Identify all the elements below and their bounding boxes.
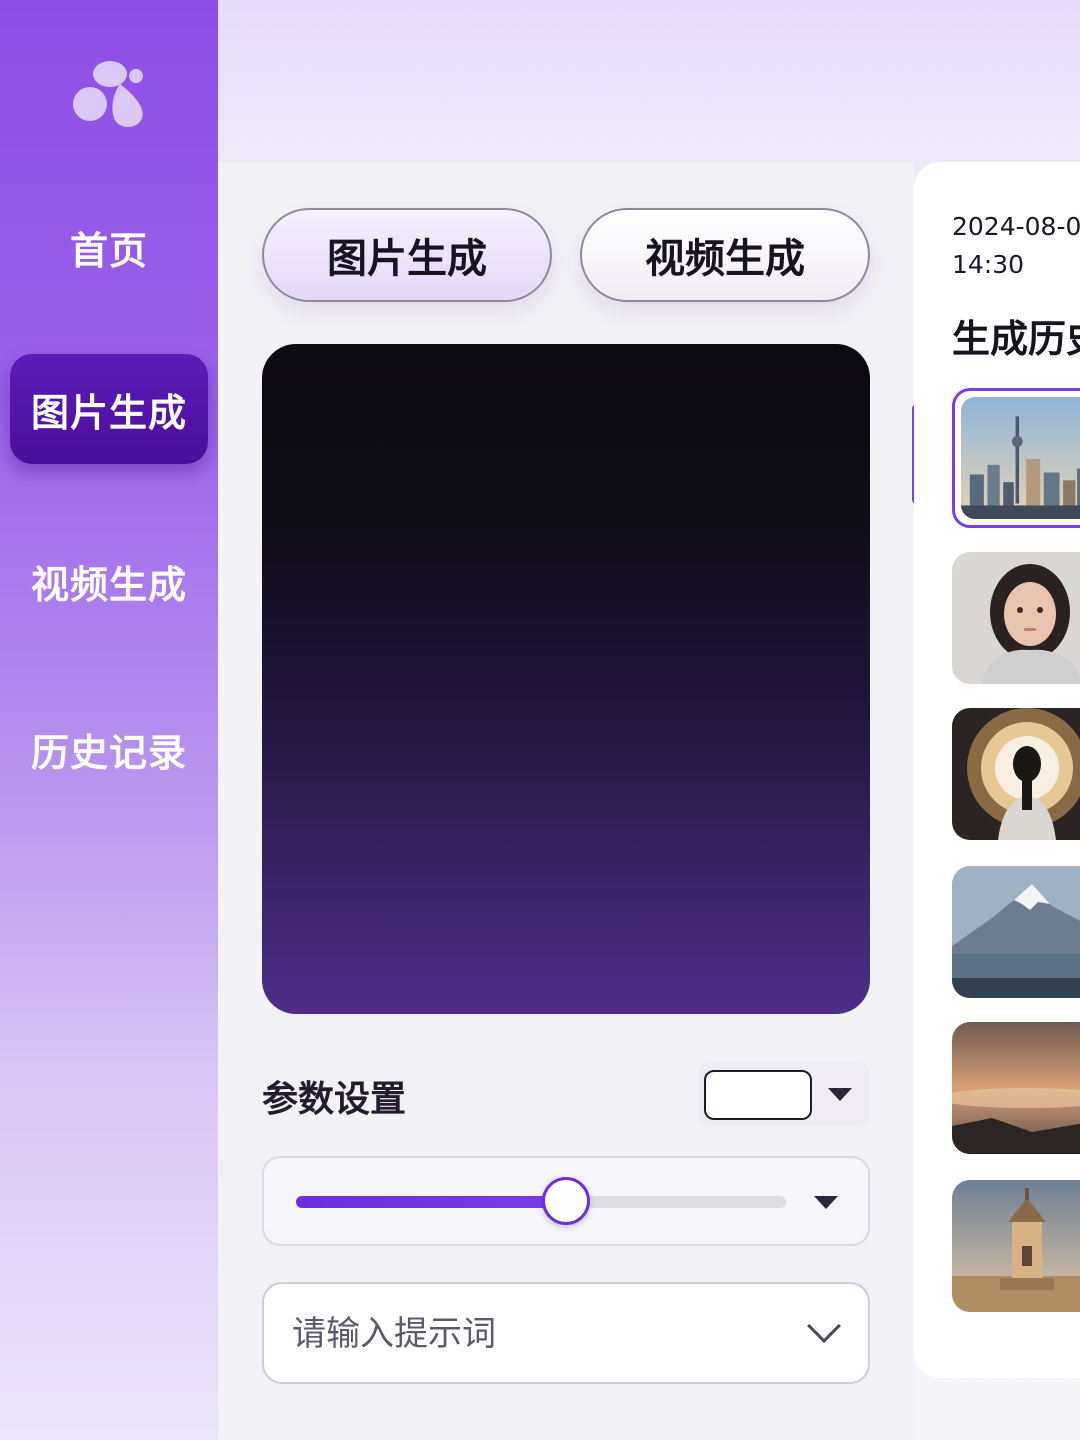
caret-down-icon[interactable] (814, 1196, 838, 1209)
tab-video-generation[interactable]: 视频生成 (580, 208, 870, 302)
sidebar-item-video-generation[interactable]: 视频生成 (10, 526, 208, 636)
chevron-down-icon[interactable] (807, 1309, 841, 1343)
sidebar-item-image-generation[interactable]: 图片生成 (10, 354, 208, 464)
history-thumbnail-woman-portrait[interactable] (952, 552, 1080, 684)
history-panel: 2024-08-01 14:30 生成历史 (914, 162, 1080, 1378)
history-thumbnail-woman-in-tunnel[interactable] (952, 708, 1080, 840)
color-picker-select[interactable] (698, 1062, 870, 1126)
slider-fill (296, 1196, 566, 1208)
history-time: 14:30 (952, 250, 1025, 279)
history-thumbnail-sunset-sea-clouds[interactable] (952, 1022, 1080, 1154)
parameter-slider-box (262, 1156, 870, 1246)
main-panel: 图片生成 视频生成 参数设置 (218, 162, 914, 1440)
params-title: 参数设置 (262, 1079, 407, 1120)
history-date: 2024-08-01 (952, 212, 1080, 241)
sidebar-item-home[interactable]: 首页 (10, 192, 208, 302)
sidebar: 首页 图片生成 视频生成 历史记录 (0, 0, 218, 1440)
color-swatch[interactable] (704, 1070, 812, 1120)
history-thumbnail-mountain-lake[interactable] (952, 866, 1080, 998)
tab-image-generation[interactable]: 图片生成 (262, 208, 552, 302)
caret-down-icon[interactable] (828, 1088, 852, 1101)
history-thumbnail-city-skyline[interactable] (952, 388, 1080, 528)
history-title: 生成历史 (952, 317, 1080, 361)
sidebar-item-history[interactable]: 历史记录 (10, 694, 208, 804)
prompt-input[interactable] (292, 1304, 772, 1364)
cloud-blob-logo-icon[interactable] (70, 56, 150, 130)
image-preview-canvas (262, 344, 870, 1014)
slider-track[interactable] (296, 1177, 786, 1225)
history-thumbnail-lighthouse-tower[interactable] (952, 1180, 1080, 1312)
slider-handle[interactable] (541, 1177, 590, 1225)
prompt-field[interactable] (262, 1282, 870, 1384)
